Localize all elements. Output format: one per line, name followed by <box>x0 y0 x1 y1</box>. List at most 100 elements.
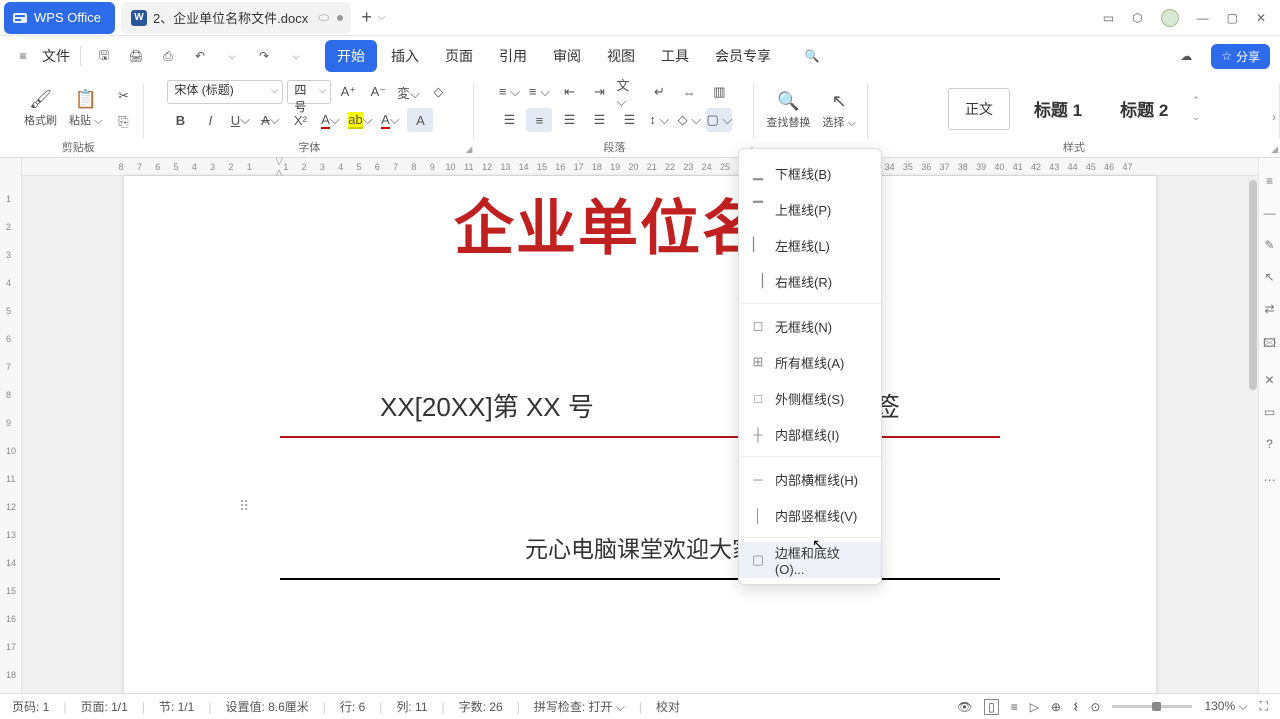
border-option-left[interactable]: ▏左框线(L) <box>739 227 881 263</box>
style-normal[interactable]: 正文 <box>948 88 1010 130</box>
phonetic-icon[interactable]: 変⌵ <box>395 80 421 104</box>
image-icon[interactable]: 🖾 <box>1263 334 1276 355</box>
border-option-outer[interactable]: □外侧框线(S) <box>739 380 881 416</box>
window-picker-icon[interactable]: ▭ <box>1103 11 1114 25</box>
status-setting[interactable]: 设置值: 8.6厘米 <box>225 698 308 715</box>
wrap-button[interactable]: ↵ <box>646 80 672 104</box>
minimize-button[interactable]: — <box>1197 11 1209 25</box>
cut-icon[interactable]: ✂ <box>110 84 136 108</box>
clear-format-icon[interactable]: ◇ <box>425 80 451 104</box>
status-pages[interactable]: 页面: 1/1 <box>80 698 127 715</box>
zoom-out-icon[interactable]: — <box>1264 206 1276 220</box>
menu-tab-7[interactable]: 会员专享 <box>703 40 783 72</box>
more-icon[interactable]: ⋯ <box>1264 473 1276 487</box>
status-section[interactable]: 节: 1/1 <box>159 698 194 715</box>
redo-more-icon[interactable]: ⌵ <box>283 43 309 69</box>
app-tab[interactable]: WPS Office <box>4 2 115 34</box>
vertical-scrollbar[interactable] <box>1249 180 1257 390</box>
pencil-icon[interactable]: ✎ <box>1264 238 1274 252</box>
menu-tab-3[interactable]: 引用 <box>487 40 539 72</box>
border-option-bottom[interactable]: ▁下框线(B) <box>739 155 881 191</box>
bullets-button[interactable]: ≡ ⌵ <box>496 80 522 104</box>
distribute-button[interactable]: ☰ <box>616 108 642 132</box>
read-view-icon[interactable]: ▷ <box>1030 700 1039 714</box>
border-option-all[interactable]: ⊞所有框线(A) <box>739 344 881 380</box>
print-icon[interactable]: 🖨 <box>123 43 149 69</box>
highlight-button[interactable]: ab ⌵ <box>347 108 373 132</box>
web-view-icon[interactable]: ⊕ <box>1051 700 1061 714</box>
status-row[interactable]: 行: 6 <box>340 698 365 715</box>
align-right-button[interactable]: ☰ <box>556 108 582 132</box>
document-tab[interactable]: W 2、企业单位名称文件.docx ⬭ <box>121 2 351 34</box>
copy-icon[interactable]: ⎘ <box>110 110 136 134</box>
align-center-button[interactable]: ≡ <box>526 108 552 132</box>
font-dialog-icon[interactable]: ◢ <box>465 144 472 155</box>
find-replace-button[interactable]: 🔍查找替换 <box>762 89 814 132</box>
border-option-right[interactable]: ▕右框线(R) <box>739 263 881 299</box>
align-left-button[interactable]: ☰ <box>496 108 522 132</box>
page[interactable]: 企业单位名称 XX[20XX]第 XX 号 签 ⠿ 元心电脑课堂欢迎大家 <box>124 176 1156 693</box>
status-page[interactable]: 页码: 1 <box>12 698 49 715</box>
styles-down-icon[interactable]: ⌄ <box>1192 112 1200 123</box>
line-spacing-button[interactable]: ↕ ⌵ <box>646 108 672 132</box>
collapse-icon[interactable]: ≡ <box>1266 174 1273 188</box>
font-color-button[interactable]: A ⌵ <box>317 108 343 132</box>
styles-up-icon[interactable]: ⌃ <box>1192 95 1200 106</box>
font-family-select[interactable]: 宋体 (标题) <box>167 80 283 104</box>
status-col[interactable]: 列: 11 <box>396 698 427 715</box>
columns-button[interactable]: ▥ <box>706 80 732 104</box>
grow-font-icon[interactable]: A⁺ <box>335 80 361 104</box>
new-tab-button[interactable]: + <box>361 7 372 28</box>
status-spell[interactable]: 拼写检查: 打开 ⌵ <box>534 698 625 715</box>
book-icon[interactable]: ▭ <box>1264 405 1275 419</box>
italic-button[interactable]: I <box>197 108 223 132</box>
fullscreen-icon[interactable]: ⛶ <box>1260 699 1268 714</box>
cube-icon[interactable]: ⬡ <box>1132 11 1142 25</box>
styles-dialog-icon[interactable]: ◢ <box>1271 144 1278 155</box>
save-icon[interactable]: 🖫 <box>91 43 117 69</box>
page-view-icon[interactable]: ▯ <box>984 699 999 715</box>
border-option-vinner[interactable]: │内部竖框线(V) <box>739 497 881 533</box>
tools-icon[interactable]: ✕ <box>1264 373 1274 387</box>
border-option-dialog[interactable]: ▢边框和底纹(O)... <box>739 542 881 578</box>
status-proof[interactable]: 校对 <box>656 698 680 715</box>
settings-icon[interactable]: ⇄ <box>1264 302 1274 316</box>
shrink-font-icon[interactable]: A⁻ <box>365 80 391 104</box>
link-icon[interactable]: 𐌔 <box>1073 700 1078 714</box>
format-painter-button[interactable]: 🖌格式刷 <box>20 87 61 130</box>
border-option-none[interactable]: ◻无框线(N) <box>739 308 881 344</box>
zoom-slider[interactable] <box>1112 705 1192 708</box>
maximize-button[interactable]: ▢ <box>1227 11 1238 25</box>
shading-button[interactable]: ◇ ⌵ <box>676 108 702 132</box>
focus-icon[interactable]: ⊙ <box>1090 700 1100 714</box>
select-button[interactable]: ↖选择 ⌵ <box>818 89 859 132</box>
menu-tab-4[interactable]: 审阅 <box>541 40 593 72</box>
undo-more-icon[interactable]: ⌵ <box>219 43 245 69</box>
help-icon[interactable]: ? <box>1266 437 1273 451</box>
eye-icon[interactable]: 👁 <box>957 700 972 714</box>
outline-view-icon[interactable]: ≡ <box>1011 700 1018 714</box>
menu-tab-0[interactable]: 开始 <box>325 40 377 72</box>
tab-menu-button[interactable]: ⌵ <box>378 12 386 23</box>
status-chars[interactable]: 字数: 26 <box>459 698 503 715</box>
drag-handle-icon[interactable]: ⠿ <box>239 498 247 515</box>
border-option-inner[interactable]: ┼内部框线(I) <box>739 416 881 452</box>
undo-icon[interactable]: ↶ <box>187 43 213 69</box>
char-shading-button[interactable]: A <box>407 108 433 132</box>
menu-tab-2[interactable]: 页面 <box>433 40 485 72</box>
bold-button[interactable]: B <box>167 108 193 132</box>
border-option-hinner[interactable]: ─内部横框线(H) <box>739 461 881 497</box>
strike-button[interactable]: A ⌵ <box>257 108 283 132</box>
preview-icon[interactable]: ⎙ <box>155 43 181 69</box>
hamburger-icon[interactable]: ≡ <box>10 43 36 69</box>
numbering-button[interactable]: ≡ ⌵ <box>526 80 552 104</box>
outdent-button[interactable]: ⇤ <box>556 80 582 104</box>
paste-button[interactable]: 📋粘贴 ⌵ <box>65 87 106 130</box>
menu-tab-1[interactable]: 插入 <box>379 40 431 72</box>
style-heading2[interactable]: 标题 2 <box>1106 86 1182 131</box>
border-option-top[interactable]: ▔上框线(P) <box>739 191 881 227</box>
underline-button[interactable]: U ⌵ <box>227 108 253 132</box>
avatar[interactable] <box>1161 9 1179 27</box>
pointer-icon[interactable]: ↖ <box>1264 270 1274 284</box>
font-color2-button[interactable]: A ⌵ <box>377 108 403 132</box>
